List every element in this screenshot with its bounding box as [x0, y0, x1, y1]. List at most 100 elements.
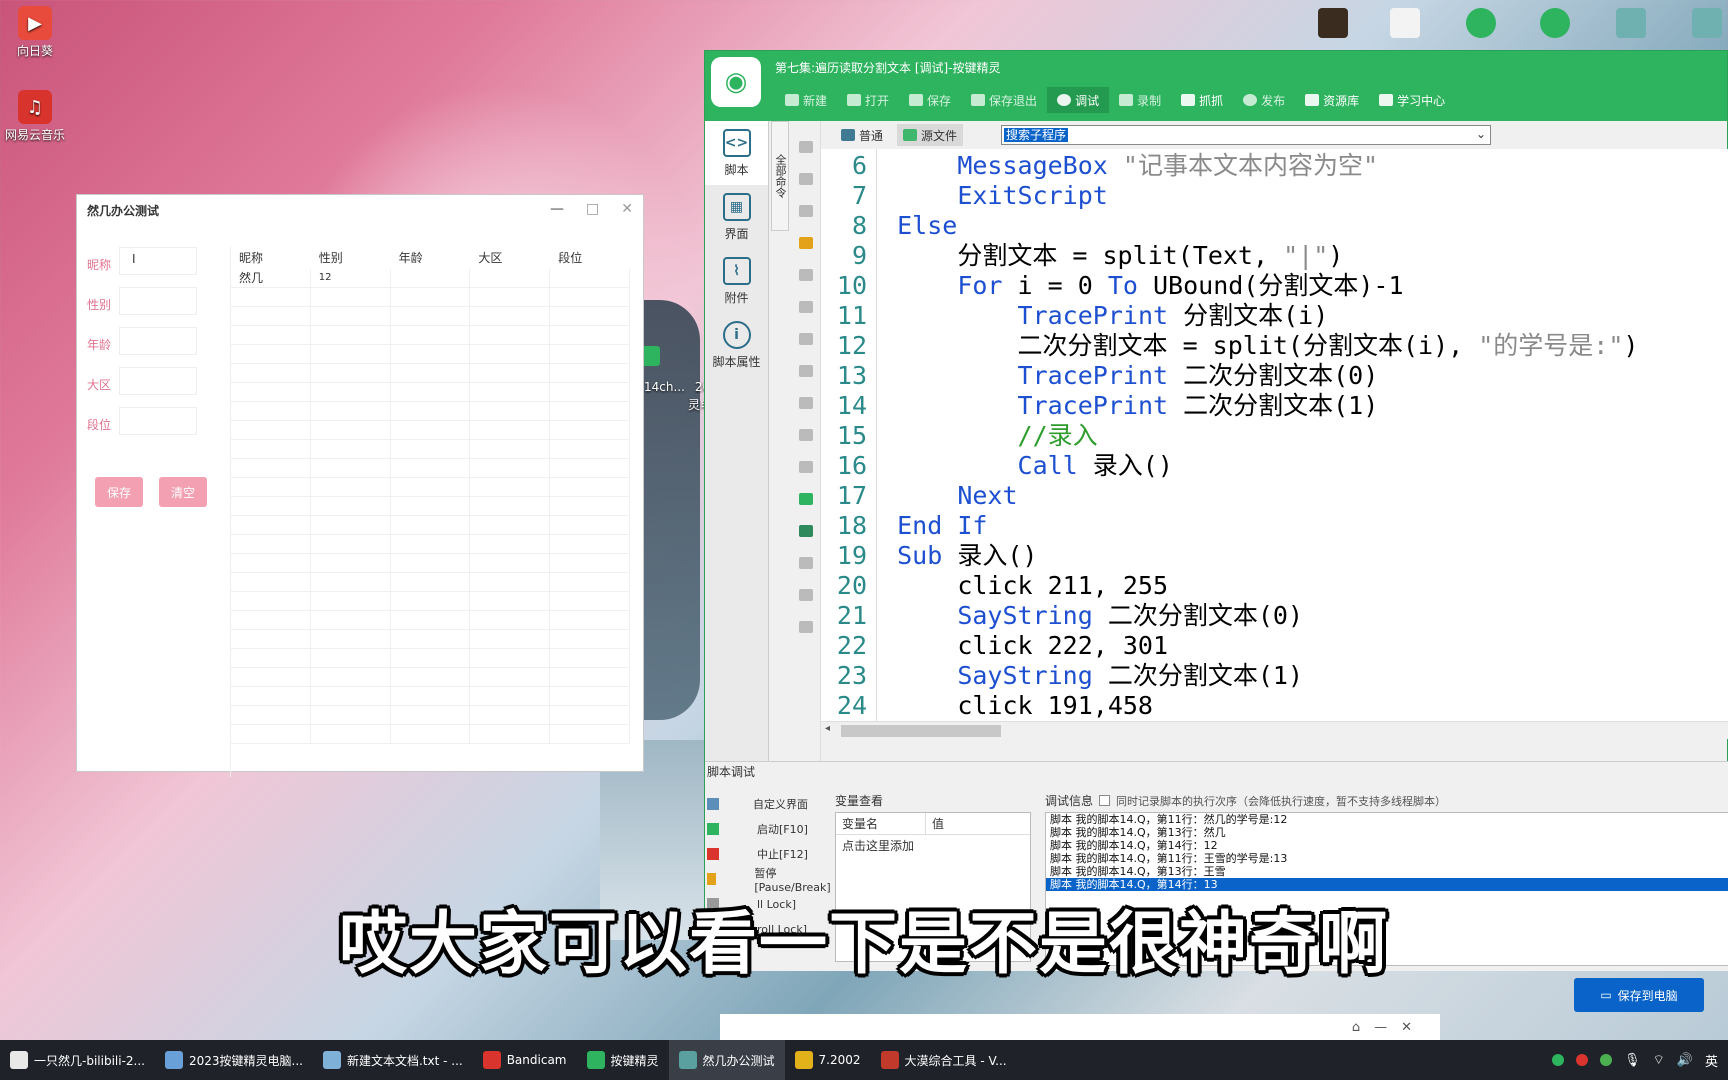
clear-button[interactable]: 清空 — [159, 477, 207, 507]
taskbar-item[interactable]: 一只然几-bilibili-2... — [0, 1040, 155, 1080]
gender-input[interactable] — [119, 287, 197, 315]
open-button[interactable]: 打开 — [837, 87, 899, 113]
horizontal-scrollbar[interactable]: ◂ — [821, 721, 1728, 739]
gpu-icon[interactable] — [1600, 1054, 1613, 1066]
strip-icon[interactable] — [798, 589, 813, 601]
debug-button-1[interactable]: 启动[F10] — [707, 817, 831, 841]
table-row[interactable] — [231, 307, 630, 326]
table-row[interactable] — [231, 516, 630, 535]
code-line[interactable]: 15 //录入 — [821, 421, 1098, 451]
new-button[interactable]: 新建 — [775, 87, 837, 113]
table-row[interactable] — [231, 345, 630, 364]
region-input[interactable] — [119, 367, 197, 395]
record-order-checkbox[interactable] — [1099, 795, 1111, 806]
taskbar-item[interactable]: 然几办公测试 — [668, 1040, 785, 1080]
desktop-icon-top-5[interactable] — [1616, 8, 1646, 38]
strip-icon[interactable] — [798, 333, 813, 345]
desktop-icon-top-3[interactable] — [1466, 8, 1496, 38]
code-line[interactable]: 20 click 211, 255 — [821, 571, 1168, 601]
code-line[interactable]: 14 TracePrint 二次分割文本(1) — [821, 391, 1378, 421]
tab-source[interactable]: 源文件 — [897, 124, 964, 146]
table-row[interactable] — [231, 687, 630, 706]
record-icon[interactable] — [1576, 1054, 1589, 1066]
log-line[interactable]: 脚本 我的脚本14.Q，第11行：王雪的学号是:13 — [1046, 852, 1728, 865]
table-row[interactable] — [231, 630, 630, 649]
save-script-button[interactable]: 保存 — [899, 87, 961, 113]
table-row[interactable]: 然几 12 — [231, 269, 630, 288]
strip-icon[interactable] — [798, 269, 813, 281]
table-row[interactable] — [231, 497, 630, 516]
table-row[interactable] — [231, 611, 630, 630]
strip-icon[interactable] — [798, 205, 813, 217]
log-line[interactable]: 脚本 我的脚本14.Q，第11行：然几的学号是:12 — [1046, 813, 1728, 826]
save-exit-button[interactable]: 保存退出 — [961, 87, 1047, 113]
desktop-icon-top-1[interactable] — [1318, 8, 1348, 38]
strip-icon[interactable] — [798, 173, 813, 185]
minimize-icon[interactable]: — — [550, 201, 564, 217]
nav-script-properties[interactable]: i 脚本属性 — [705, 313, 768, 377]
code-line[interactable]: 11 TracePrint 分割文本(i) — [821, 301, 1328, 331]
taskbar-item[interactable]: 7.2002 — [785, 1040, 871, 1080]
table-row[interactable] — [231, 402, 630, 421]
col-age[interactable]: 年龄 — [391, 249, 471, 267]
all-commands-tab[interactable]: 全部命令 — [771, 121, 789, 231]
code-line[interactable]: 10 For i = 0 To UBound(分割文本)-1 — [821, 271, 1404, 301]
table-row[interactable] — [231, 421, 630, 440]
table-row[interactable] — [231, 478, 630, 497]
code-line[interactable]: 16 Call 录入() — [821, 451, 1173, 481]
strip-icon[interactable] — [798, 461, 813, 473]
table-row[interactable] — [231, 706, 630, 725]
code-line[interactable]: 7 ExitScript — [821, 181, 1108, 211]
code-line[interactable]: 22 click 222, 301 — [821, 631, 1168, 661]
code-line[interactable]: 9 分割文本 = split(Text, "|") — [821, 241, 1343, 271]
code-line[interactable]: 23 SayString 二次分割文本(1) — [821, 661, 1303, 691]
pin-icon[interactable]: ⌂ — [1352, 1020, 1374, 1035]
find-icon[interactable] — [798, 525, 813, 537]
desktop-icon-top-6[interactable] — [1692, 8, 1722, 38]
desktop-icon-top-2[interactable] — [1390, 8, 1420, 38]
log-line[interactable]: 脚本 我的脚本14.Q，第13行：王雪 — [1046, 865, 1728, 878]
microphone-icon[interactable]: 🎙 — [1624, 1053, 1641, 1068]
strip-icon[interactable] — [798, 557, 813, 569]
scroll-left-icon[interactable]: ◂ — [825, 723, 830, 734]
taskbar-item[interactable]: 按键精灵 — [577, 1040, 669, 1080]
col-rank[interactable]: 段位 — [550, 249, 630, 267]
nickname-input[interactable]: I — [119, 247, 197, 275]
code-line[interactable]: 17 Next — [821, 481, 1018, 511]
debug-button-0[interactable]: 自定义界面 — [707, 792, 831, 816]
taskbar-item[interactable]: 大漠综合工具 - V... — [871, 1040, 1017, 1080]
volume-icon[interactable]: 🔊 — [1677, 1053, 1693, 1068]
age-input[interactable] — [119, 327, 197, 355]
close-icon[interactable]: ✕ — [621, 201, 633, 217]
chevron-down-icon[interactable]: ⌄ — [1476, 127, 1486, 141]
table-row[interactable] — [231, 383, 630, 402]
strip-icon[interactable] — [798, 301, 813, 313]
taskbar-item[interactable]: 2023按键精灵电脑... — [155, 1040, 313, 1080]
desktop-icon-sunlogin[interactable]: ▶ 向日葵 — [0, 6, 70, 59]
strip-icon[interactable] — [798, 621, 813, 633]
code-line[interactable]: 12 二次分割文本 = split(分割文本(i), "的学号是:") — [821, 331, 1639, 361]
col-gender[interactable]: 性别 — [311, 249, 391, 267]
tray-app-icon[interactable] — [1552, 1054, 1565, 1066]
network-icon[interactable]: ⌔ — [1653, 1052, 1665, 1068]
close-icon[interactable]: ✕ — [1401, 1020, 1426, 1035]
resource-library-button[interactable]: 资源库 — [1295, 87, 1369, 113]
grab-button[interactable]: 抓抓 — [1171, 87, 1233, 113]
record-button[interactable]: 录制 — [1109, 87, 1171, 113]
hand-icon[interactable] — [798, 237, 813, 249]
code-line[interactable]: 8 Else — [821, 211, 957, 241]
scrollbar-thumb[interactable] — [841, 725, 1001, 737]
code-line[interactable]: 18 End If — [821, 511, 988, 541]
code-line[interactable]: 19 Sub 录入() — [821, 541, 1038, 571]
strip-icon[interactable] — [798, 397, 813, 409]
table-row[interactable] — [231, 592, 630, 611]
taskbar-item[interactable]: 新建文本文档.txt - ... — [313, 1040, 473, 1080]
nav-attachment[interactable]: ⌇ 附件 — [705, 249, 768, 313]
ime-indicator[interactable]: 英 — [1705, 1051, 1718, 1070]
save-button[interactable]: 保存 — [95, 477, 143, 507]
table-row[interactable] — [231, 364, 630, 383]
strip-icon[interactable] — [798, 365, 813, 377]
table-row[interactable] — [231, 459, 630, 478]
desktop-icon-netease-music[interactable]: ♫ 网易云音乐 — [0, 90, 70, 143]
maximize-icon[interactable]: □ — [586, 201, 599, 217]
